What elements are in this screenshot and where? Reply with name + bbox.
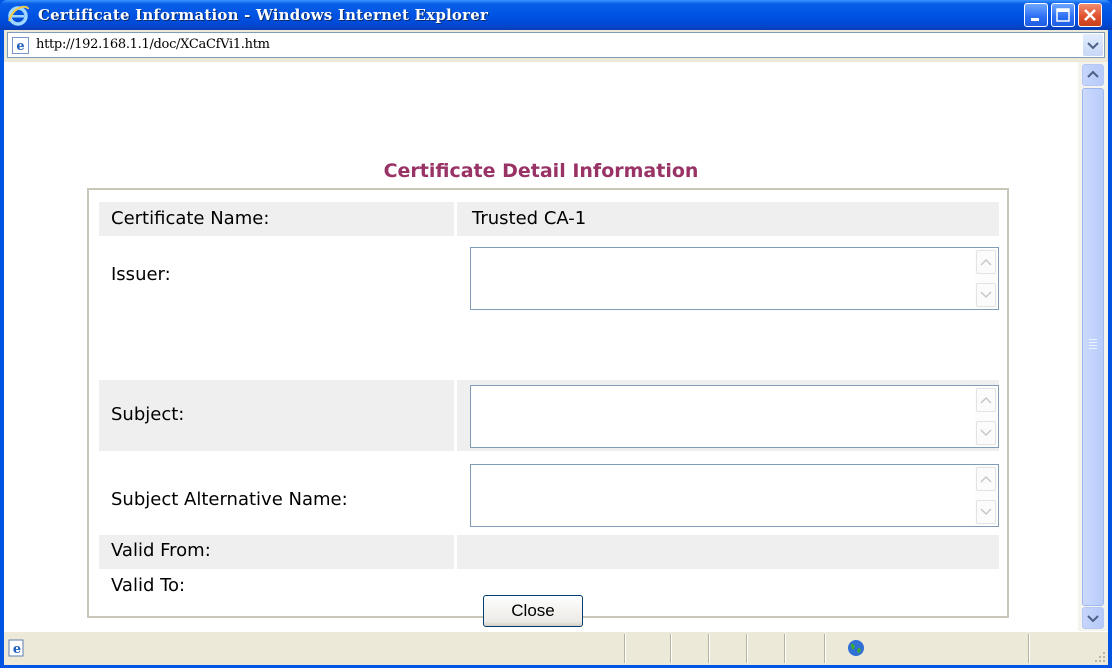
subject-label-cell: Subject: [99, 380, 454, 451]
close-icon [1084, 9, 1096, 21]
maximize-icon [1056, 8, 1070, 22]
internet-explorer-icon [8, 5, 29, 26]
status-separator [624, 634, 625, 663]
subject-textarea[interactable] [470, 385, 999, 448]
address-field[interactable]: e http://192.168.1.1/doc/XCaCfVi1.htm [7, 32, 1105, 58]
address-bar: e http://192.168.1.1/doc/XCaCfVi1.htm [4, 30, 1108, 62]
certificate-name-value-cell: Trusted CA-1 [457, 202, 999, 236]
chevron-down-icon [1087, 42, 1099, 50]
certificate-detail-panel: Certificate Name: Trusted CA-1 Issuer: S… [87, 188, 1009, 618]
browser-window: Certificate Information - Windows Intern… [0, 0, 1112, 668]
chevron-down-icon [980, 508, 992, 516]
valid-from-value-cell [457, 535, 999, 569]
issuer-textarea[interactable] [470, 247, 999, 310]
status-separator [784, 634, 785, 663]
title-bar[interactable]: Certificate Information - Windows Intern… [0, 0, 1112, 30]
valid-from-label: Valid From: [111, 540, 211, 561]
chevron-up-icon [980, 396, 992, 404]
issuer-scroll-up-button[interactable] [976, 250, 996, 274]
maximize-button[interactable] [1051, 3, 1075, 27]
subject-alt-scrollbar[interactable] [975, 466, 997, 525]
subject-alt-label: Subject Alternative Name: [111, 489, 348, 510]
valid-to-label-cell: Valid To: [99, 571, 454, 605]
certificate-name-label-cell: Certificate Name: [99, 202, 454, 236]
svg-text:e: e [16, 39, 24, 54]
subject-alt-scroll-up-button[interactable] [976, 467, 996, 491]
subject-label: Subject: [111, 404, 185, 425]
chevron-up-icon [1087, 70, 1099, 78]
chevron-up-icon [980, 258, 992, 266]
issuer-scrollbar[interactable] [975, 249, 997, 308]
scroll-grip-icon [1089, 339, 1097, 351]
chevron-down-icon [1087, 615, 1099, 623]
chevron-up-icon [980, 475, 992, 483]
page-scrollbar[interactable] [1078, 62, 1108, 631]
page-content: Certificate Detail Information Certifica… [4, 62, 1078, 631]
certificate-name-label: Certificate Name: [111, 208, 270, 229]
minimize-icon [1031, 18, 1039, 21]
issuer-scroll-down-button[interactable] [976, 283, 996, 307]
subject-scroll-up-button[interactable] [976, 388, 996, 412]
minimize-button[interactable] [1024, 3, 1048, 27]
status-separator [746, 634, 747, 663]
subject-alt-scroll-down-button[interactable] [976, 500, 996, 524]
valid-from-label-cell: Valid From: [99, 535, 454, 569]
chevron-down-icon [980, 291, 992, 299]
address-url: http://192.168.1.1/doc/XCaCfVi1.htm [36, 37, 270, 52]
scroll-thumb[interactable] [1082, 88, 1104, 606]
status-separator [670, 634, 671, 663]
page-status-icon: e [8, 639, 24, 657]
close-window-button[interactable] [1078, 3, 1102, 27]
valid-to-label: Valid To: [111, 575, 186, 596]
page-icon: e [12, 37, 29, 54]
subject-scrollbar[interactable] [975, 387, 997, 446]
window-title: Certificate Information - Windows Intern… [38, 6, 489, 24]
subject-scroll-down-button[interactable] [976, 421, 996, 445]
resize-grip-icon[interactable] [1092, 649, 1106, 663]
status-separator [824, 634, 825, 663]
svg-text:e: e [13, 642, 21, 657]
issuer-label: Issuer: [111, 264, 171, 285]
close-button[interactable]: Close [483, 595, 583, 627]
subject-alt-label-cell: Subject Alternative Name: [99, 453, 454, 533]
scroll-down-button[interactable] [1082, 607, 1104, 629]
status-separator [708, 634, 709, 663]
subject-alt-textarea[interactable] [470, 464, 999, 527]
issuer-label-cell: Issuer: [99, 238, 454, 312]
chevron-down-icon [980, 429, 992, 437]
scroll-up-button[interactable] [1082, 64, 1104, 86]
internet-zone-globe-icon [848, 640, 864, 656]
status-separator [1028, 634, 1029, 663]
page-title: Certificate Detail Information [383, 160, 699, 182]
certificate-name-value: Trusted CA-1 [472, 208, 587, 229]
status-bar: e [4, 631, 1108, 665]
address-dropdown-button[interactable] [1083, 34, 1103, 56]
